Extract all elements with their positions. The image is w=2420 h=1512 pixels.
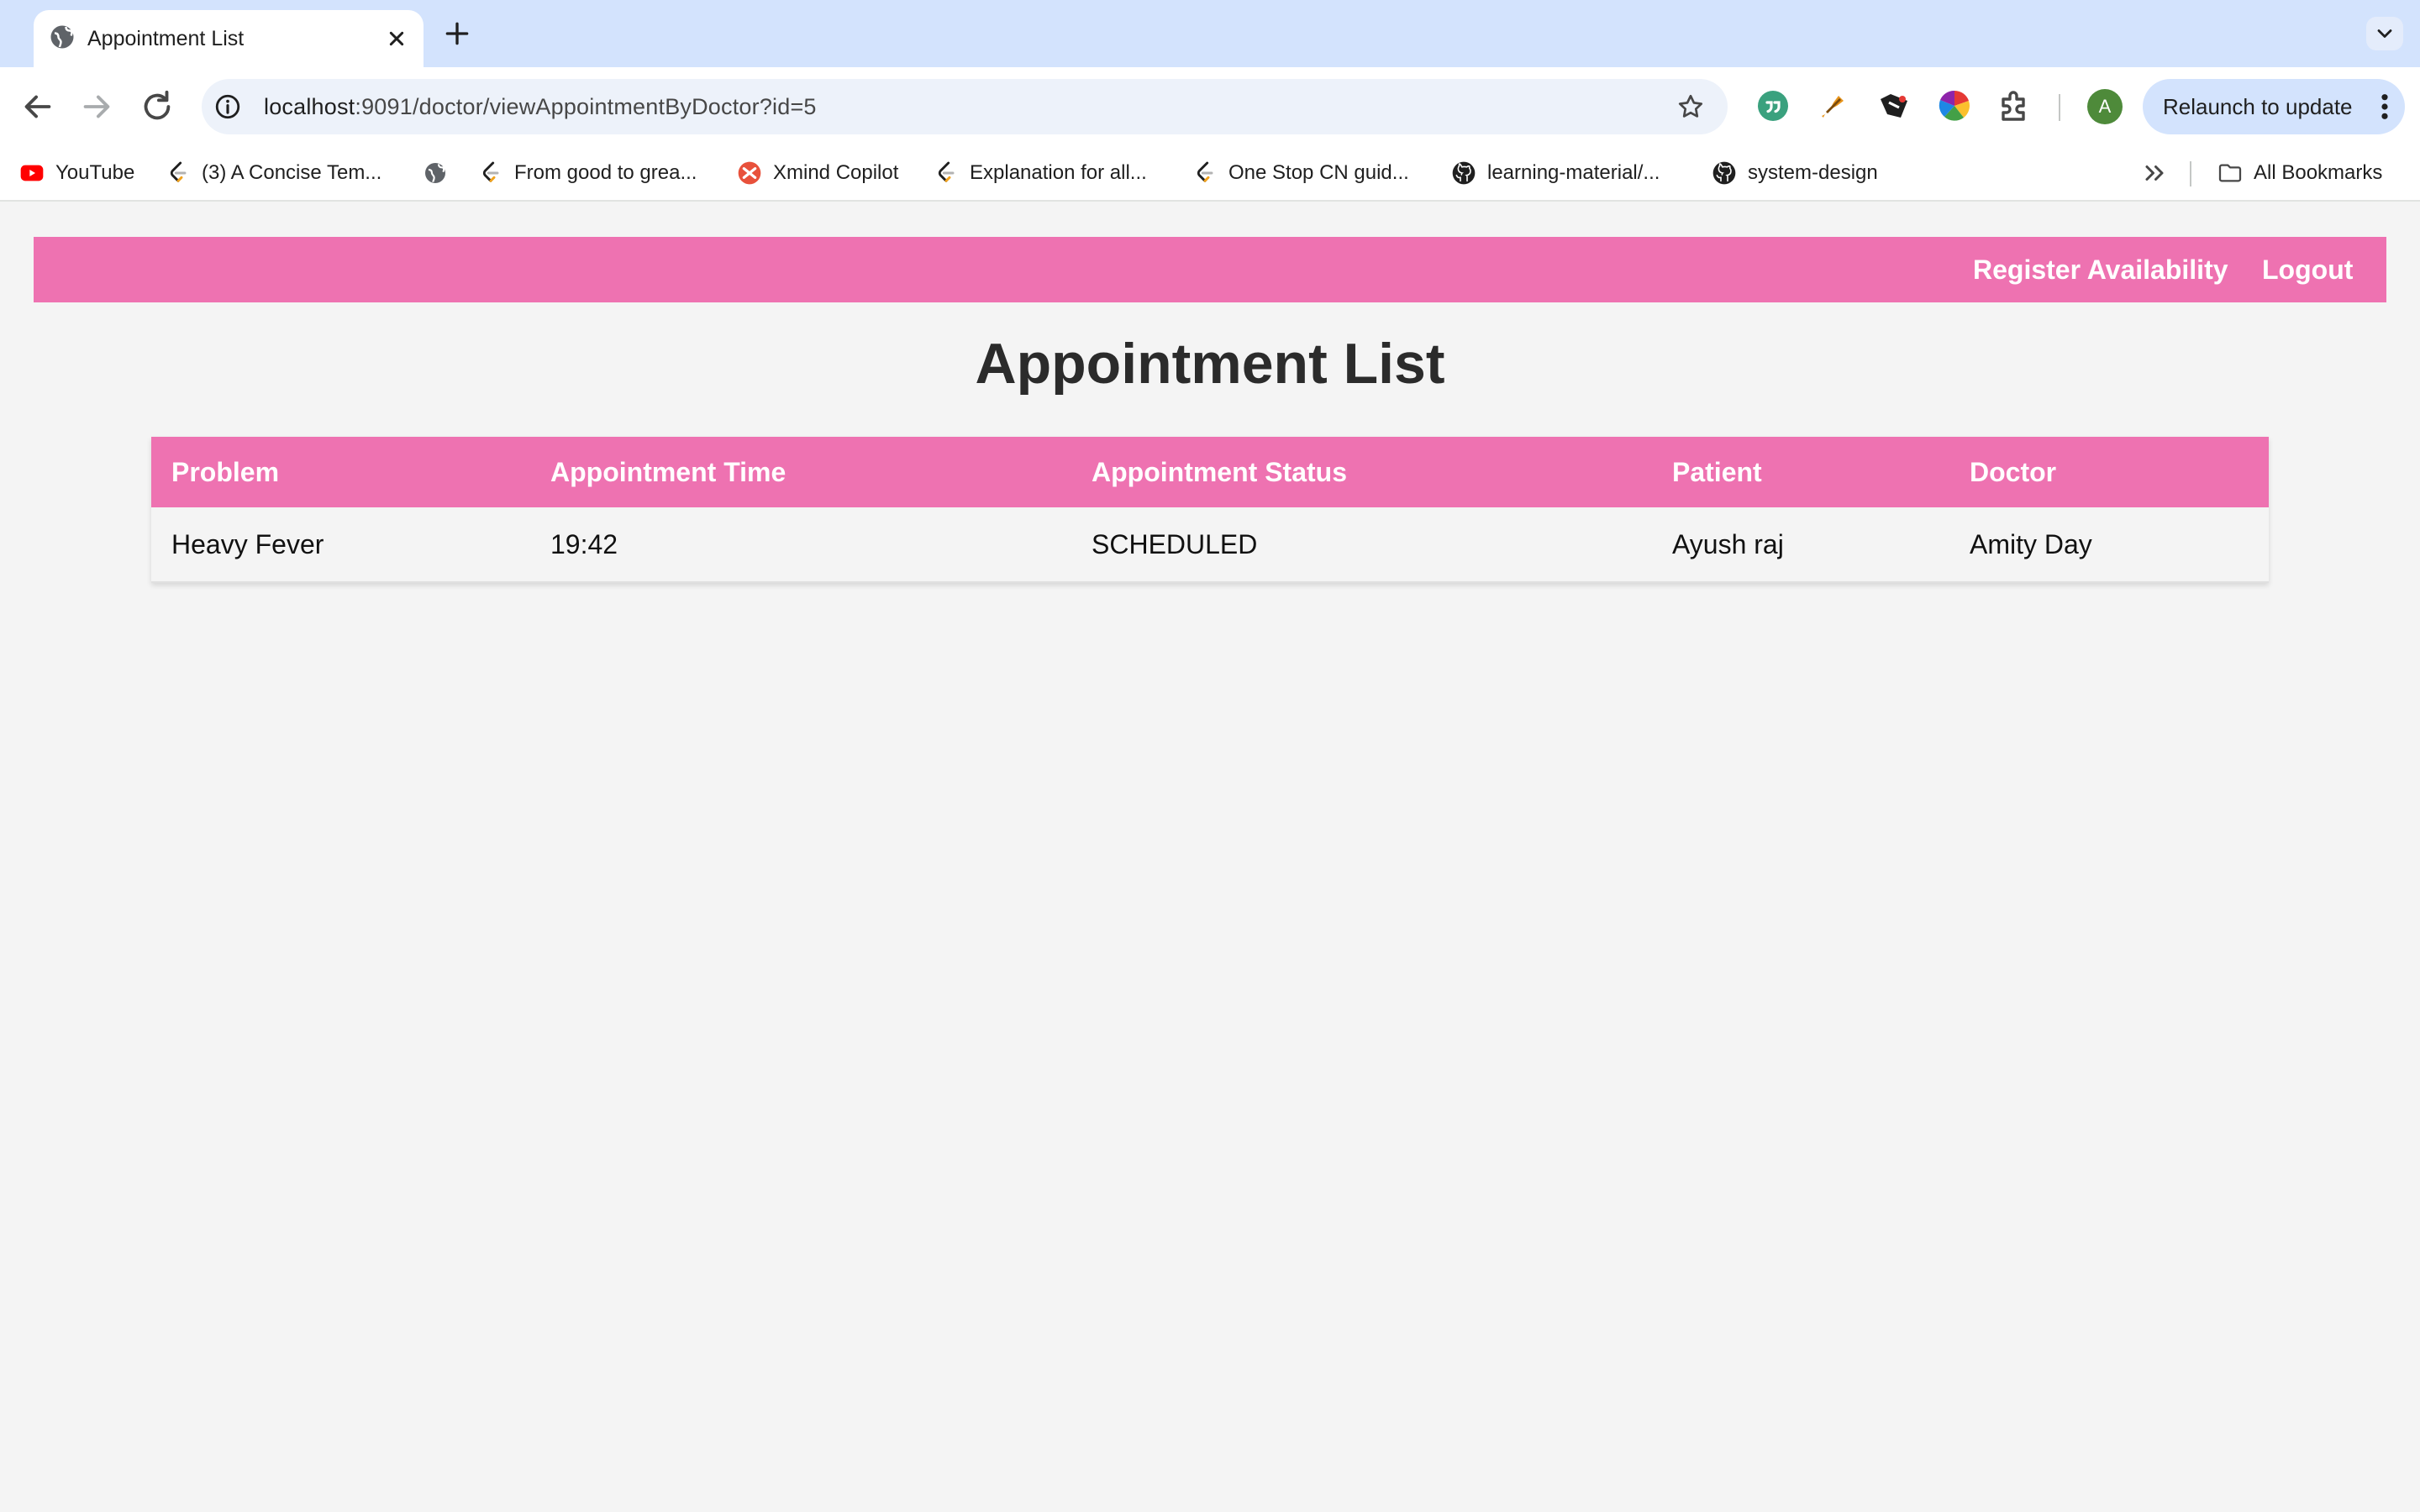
all-bookmarks-label: All Bookmarks (2254, 161, 2383, 184)
bookmark-globe[interactable] (422, 146, 459, 200)
column-header-appointment-status: Appointment Status (1071, 437, 1652, 507)
logout-link[interactable]: Logout (2262, 237, 2353, 302)
url-path: :9091/doctor/viewAppointmentByDoctor?id=… (355, 94, 817, 119)
site-info-icon[interactable] (213, 92, 242, 121)
profile-avatar[interactable]: A (2087, 89, 2123, 124)
bookmark-label: YouTube (55, 161, 135, 184)
close-tab-icon[interactable] (383, 25, 410, 52)
youtube-icon (18, 160, 45, 186)
color-wheel-extension-icon[interactable] (1934, 86, 1975, 126)
page-content: Register Availability Logout Appointment… (0, 202, 2420, 1512)
bookmarks-overflow-chevron-icon[interactable] (2139, 158, 2170, 188)
screenshot-extension-icon[interactable] (1874, 86, 1914, 126)
globe-icon (422, 160, 449, 186)
forward-arrow-icon[interactable] (77, 87, 116, 126)
bookmark-explanation[interactable]: Explanation for all... (933, 146, 1147, 200)
url-text: localhost:9091/doctor/viewAppointmentByD… (264, 79, 817, 134)
column-header-patient: Patient (1652, 437, 1949, 507)
bookmark-label: learning-material/... (1487, 161, 1660, 184)
github-icon (1711, 160, 1738, 186)
bookmark-xmind-copilot[interactable]: Xmind Copilot (736, 146, 898, 200)
all-bookmarks-button[interactable]: All Bookmarks (2217, 146, 2382, 200)
table-row: Heavy Fever 19:42 SCHEDULED Ayush raj Am… (151, 507, 2269, 583)
table-header-row: Problem Appointment Time Appointment Sta… (151, 437, 2269, 507)
more-menu-icon[interactable] (2380, 92, 2390, 121)
folder-icon (2217, 160, 2244, 186)
column-header-appointment-time: Appointment Time (530, 437, 1071, 507)
tab-title: Appointment List (87, 27, 245, 50)
xmind-icon (736, 160, 763, 186)
browser-toolbar: localhost:9091/doctor/viewAppointmentByD… (0, 67, 2420, 146)
cell-doctor: Amity Day (1949, 507, 2269, 583)
write-extension-icon[interactable] (1813, 86, 1854, 126)
bookmark-star-icon[interactable] (1676, 92, 1706, 122)
register-availability-link[interactable]: Register Availability (1973, 237, 2228, 302)
page-title: Appointment List (975, 332, 1445, 396)
new-tab-icon[interactable] (440, 17, 474, 50)
app-navbar: Register Availability Logout (34, 237, 2386, 302)
tab-strip: Appointment List (0, 0, 2420, 67)
extensions-puzzle-icon[interactable] (1995, 86, 2035, 126)
bookmark-label: From good to grea... (514, 161, 697, 184)
cell-problem: Heavy Fever (151, 507, 530, 583)
leetcode-icon (477, 160, 504, 186)
leetcode-icon (1192, 160, 1218, 186)
reload-icon[interactable] (138, 87, 176, 126)
leetcode-icon (165, 160, 192, 186)
bookmark-label: One Stop CN guid... (1228, 161, 1409, 184)
github-icon (1450, 160, 1477, 186)
url-host: localhost (264, 94, 355, 119)
cell-patient: Ayush raj (1652, 507, 1949, 583)
tab-search-chevron-icon[interactable] (2366, 17, 2403, 50)
bookmark-concise-template[interactable]: (3) A Concise Tem... (165, 146, 381, 200)
cell-appointment-time: 19:42 (530, 507, 1071, 583)
globe-icon (47, 22, 77, 52)
bookmark-one-stop-cn[interactable]: One Stop CN guid... (1192, 146, 1409, 200)
bookmark-label: system-design (1748, 161, 1878, 184)
bookmark-system-design[interactable]: system-design (1711, 146, 1878, 200)
relaunch-button[interactable]: Relaunch to update (2143, 79, 2405, 134)
bookmark-label: (3) A Concise Tem... (202, 161, 382, 184)
bookmark-learning-material[interactable]: learning-material/... (1450, 146, 1660, 200)
column-header-problem: Problem (151, 437, 530, 507)
back-arrow-icon[interactable] (18, 87, 57, 126)
browser-tab[interactable]: Appointment List (34, 10, 424, 67)
toolbar-divider (2059, 94, 2060, 121)
bookmarks-bar: YouTube (3) A Concise Tem... From good t… (0, 146, 2420, 202)
quote-extension-icon[interactable] (1753, 86, 1793, 126)
bookmark-youtube[interactable]: YouTube (18, 146, 134, 200)
relaunch-label: Relaunch to update (2163, 94, 2353, 119)
cell-appointment-status: SCHEDULED (1071, 507, 1652, 583)
appointment-table: Problem Appointment Time Appointment Sta… (151, 437, 2269, 583)
column-header-doctor: Doctor (1949, 437, 2269, 507)
bookmark-good-to-great[interactable]: From good to grea... (477, 146, 697, 200)
bookmarks-divider (2190, 161, 2191, 186)
address-bar[interactable]: localhost:9091/doctor/viewAppointmentByD… (202, 79, 1728, 134)
bookmark-label: Explanation for all... (970, 161, 1147, 184)
leetcode-icon (933, 160, 960, 186)
bookmark-label: Xmind Copilot (773, 161, 899, 184)
